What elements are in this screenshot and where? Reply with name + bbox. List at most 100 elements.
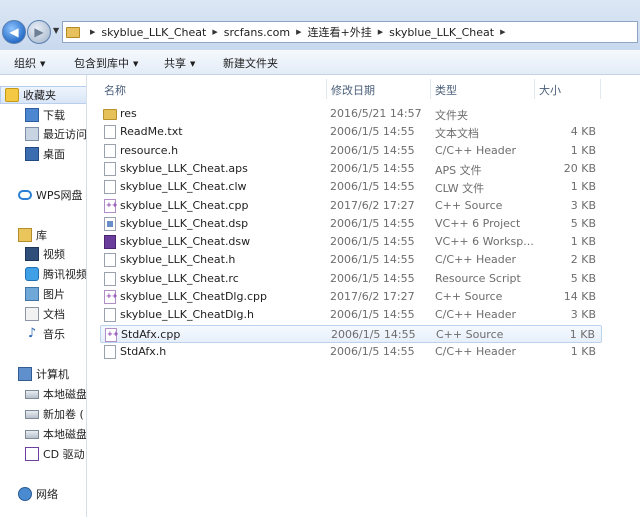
sidebar-label: 新加卷 ( <box>43 408 84 421</box>
sidebar-item-recent[interactable]: 最近访问 <box>0 125 86 143</box>
file-row[interactable]: skyblue_LLK_Cheat.rc 2006/1/5 14:55 Resour… <box>100 270 602 288</box>
sidebar-item-documents[interactable]: 文档 <box>0 305 86 323</box>
breadcrumb-2[interactable]: srcfans.com <box>224 26 290 39</box>
file-row[interactable]: resource.h 2006/1/5 14:55 C/C++ Header 1 KB <box>100 142 602 160</box>
file-date: 2006/1/5 14:55 <box>330 216 415 230</box>
file-size: 5 KB <box>570 216 596 230</box>
column-divider[interactable] <box>600 79 601 99</box>
breadcrumb-4[interactable]: skyblue_LLK_Cheat <box>389 26 494 39</box>
file-row[interactable]: skyblue_LLK_CheatDlg.h 2006/1/5 14:55 C/C+… <box>100 306 602 324</box>
sidebar-item-pictures[interactable]: 图片 <box>0 285 86 303</box>
cd-drive-icon <box>25 447 39 461</box>
file-row[interactable]: StdAfx.cpp 2006/1/5 14:55 C++ Source 1 KB <box>100 324 602 343</box>
column-header-date[interactable]: 修改日期 <box>331 82 375 98</box>
back-button[interactable]: ◀ <box>2 20 26 44</box>
file-size: 3 KB <box>570 308 596 322</box>
recent-places-icon <box>25 127 39 141</box>
file-row[interactable]: skyblue_LLK_Cheat.clw 2006/1/5 14:55 CLW 文… <box>100 178 602 196</box>
new-folder-button[interactable]: 新建文件夹 <box>223 55 278 71</box>
video-icon <box>25 247 39 261</box>
column-divider[interactable] <box>326 79 327 99</box>
file-row[interactable]: skyblue_LLK_Cheat.aps 2006/1/5 14:55 APS 文… <box>100 160 602 178</box>
chevron-right-icon[interactable]: ▶ <box>500 28 505 36</box>
hard-drive-icon <box>25 409 39 419</box>
file-type: VC++ 6 Project <box>435 216 521 230</box>
column-divider[interactable] <box>534 79 535 99</box>
file-name: StdAfx.cpp <box>121 327 181 341</box>
chevron-right-icon[interactable]: ▶ <box>212 28 217 36</box>
workspace-file-icon <box>104 235 116 250</box>
file-row[interactable]: res 2016/5/21 14:57 文件夹 <box>100 105 602 123</box>
sidebar-item-local-disk-c[interactable]: 本地磁盘 <box>0 385 87 403</box>
command-bar: 组织 ▼ 包含到库中 ▼ 共享 ▼ 新建文件夹 <box>0 50 640 75</box>
file-row[interactable]: StdAfx.h 2006/1/5 14:55 C/C++ Header 1 KB <box>100 343 602 361</box>
file-name: skyblue_LLK_CheatDlg.cpp <box>120 290 267 303</box>
hard-drive-icon <box>25 389 39 399</box>
sidebar-item-local-disk-e[interactable]: 本地磁盘 <box>0 425 86 443</box>
header-file-icon <box>104 253 116 268</box>
file-row[interactable]: ReadMe.txt 2006/1/5 14:55 文本文档 4 KB <box>100 123 602 141</box>
project-file-icon <box>104 216 116 231</box>
chevron-right-icon[interactable]: ▶ <box>90 28 95 36</box>
sidebar-item-music[interactable]: ♪ 音乐 <box>0 325 86 343</box>
breadcrumb-1[interactable]: skyblue_LLK_Cheat <box>101 26 206 39</box>
include-label: 包含到库中 <box>74 57 129 70</box>
file-size: 20 KB <box>563 161 596 175</box>
navigation-pane: 收藏夹 下载 最近访问 桌面 WPS网盘 库 视频 腾讯视频 图片 文档 ♪ 音乐… <box>0 75 87 517</box>
document-icon <box>104 161 116 176</box>
file-name: skyblue_LLK_CheatDlg.h <box>120 308 254 322</box>
sidebar-label: 本地磁盘 <box>43 388 87 401</box>
file-type: VC++ 6 Worksp... <box>435 235 534 249</box>
file-name: skyblue_LLK_Cheat.clw <box>120 180 247 194</box>
file-type: APS 文件 <box>435 163 482 177</box>
column-header-size[interactable]: 大小 <box>539 82 561 98</box>
file-size: 2 KB <box>570 253 596 267</box>
sidebar-item-wps[interactable]: WPS网盘 <box>0 186 86 204</box>
sidebar-item-network[interactable]: 网络 <box>0 485 86 503</box>
sidebar-item-downloads[interactable]: 下载 <box>0 106 86 124</box>
file-type: 文件夹 <box>435 109 468 122</box>
file-name: skyblue_LLK_Cheat.cpp <box>120 198 249 212</box>
share-button[interactable]: 共享 ▼ <box>164 55 195 71</box>
sidebar-item-libraries[interactable]: 库 <box>0 226 86 244</box>
recent-pages-dropdown[interactable]: ▼ <box>53 26 59 35</box>
sidebar-item-cd-drive[interactable]: CD 驱动 <box>0 445 86 463</box>
file-row[interactable]: skyblue_LLK_Cheat.dsw 2006/1/5 14:55 VC++ … <box>100 233 602 251</box>
file-row[interactable]: skyblue_LLK_CheatDlg.cpp 2017/6/2 17:27 C+… <box>100 288 602 306</box>
sidebar-item-favorites[interactable]: 收藏夹 <box>0 86 86 104</box>
sidebar-label: 下载 <box>43 109 65 122</box>
file-name: ReadMe.txt <box>120 125 183 139</box>
file-row[interactable]: skyblue_LLK_Cheat.cpp 2017/6/2 17:27 C++ S… <box>100 197 602 215</box>
star-icon <box>5 88 19 102</box>
file-row[interactable]: skyblue_LLK_Cheat.dsp 2006/1/5 14:55 VC++ … <box>100 215 602 233</box>
file-date: 2006/1/5 14:55 <box>330 143 415 157</box>
chevron-right-icon[interactable]: ▶ <box>296 28 301 36</box>
sidebar-item-computer[interactable]: 计算机 <box>0 365 86 383</box>
sidebar-item-videos[interactable]: 视频 <box>0 245 86 263</box>
share-label: 共享 <box>164 57 186 70</box>
download-icon <box>25 108 39 122</box>
document-icon <box>104 180 116 195</box>
include-in-library-button[interactable]: 包含到库中 ▼ <box>74 55 138 71</box>
file-name: skyblue_LLK_Cheat.h <box>120 253 236 267</box>
file-name: skyblue_LLK_Cheat.rc <box>120 271 239 285</box>
sidebar-item-desktop[interactable]: 桌面 <box>0 145 86 163</box>
chevron-right-icon[interactable]: ▶ <box>378 28 383 36</box>
sidebar-item-new-volume[interactable]: 新加卷 ( <box>0 405 86 423</box>
sidebar-label: 网络 <box>36 488 58 501</box>
file-date: 2016/5/21 14:57 <box>330 107 422 120</box>
forward-button[interactable]: ▶ <box>27 20 51 44</box>
organize-button[interactable]: 组织 ▼ <box>14 55 45 71</box>
file-type: C/C++ Header <box>435 308 517 322</box>
file-size: 1 KB <box>570 344 596 358</box>
address-bar[interactable]: ▶ skyblue_LLK_Cheat ▶ srcfans.com ▶ 连连看+… <box>62 21 638 43</box>
column-header-type[interactable]: 类型 <box>435 82 457 98</box>
sidebar-item-tencent-video[interactable]: 腾讯视频 <box>0 265 86 283</box>
cpp-file-icon <box>105 327 119 342</box>
sidebar-label: CD 驱动 <box>43 448 85 461</box>
file-type: C/C++ Header <box>435 253 517 267</box>
column-divider[interactable] <box>430 79 431 99</box>
breadcrumb-3[interactable]: 连连看+外挂 <box>308 24 372 40</box>
column-header-name[interactable]: 名称 <box>104 82 126 98</box>
file-row[interactable]: skyblue_LLK_Cheat.h 2006/1/5 14:55 C/C++ H… <box>100 251 602 269</box>
